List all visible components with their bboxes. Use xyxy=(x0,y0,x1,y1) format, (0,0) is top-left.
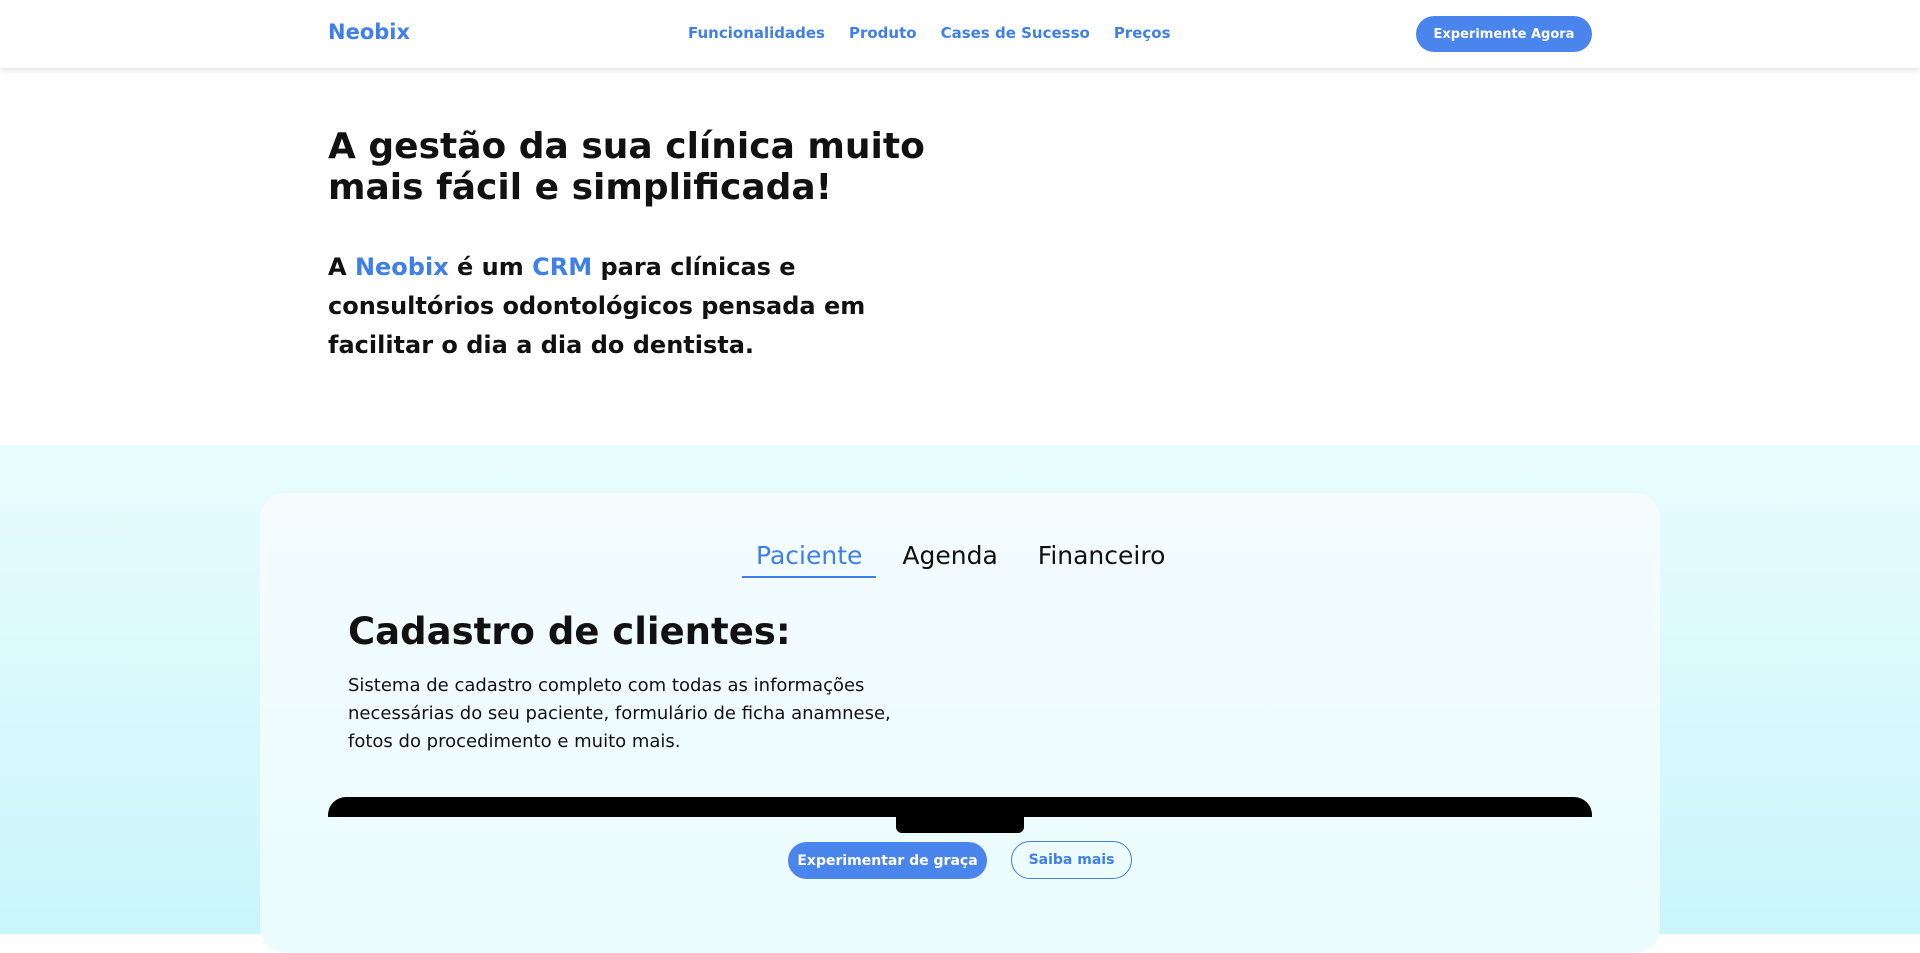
feature-title: Cadastro de clientes: xyxy=(348,610,791,653)
hero-title-line-1: A gestão da sua clínica muito xyxy=(328,126,925,167)
learn-more-button[interactable]: Saiba mais xyxy=(1011,841,1132,879)
nav-link-produto[interactable]: Produto xyxy=(849,24,917,42)
hero-desc-part-1: A xyxy=(328,253,355,281)
hero-desc-crm: CRM xyxy=(532,253,593,281)
hero-desc-part-2: é um xyxy=(448,253,533,281)
tab-agenda[interactable]: Agenda xyxy=(888,537,1011,578)
device-mockup-notch xyxy=(896,812,1024,833)
feature-tabs: Paciente Agenda Financeiro xyxy=(742,537,1191,578)
hero-description: A Neobix é um CRM para clínicas e consul… xyxy=(328,248,928,365)
hero-desc-brand: Neobix xyxy=(354,253,449,281)
nav-link-precos[interactable]: Preços xyxy=(1114,24,1171,42)
nav-link-cases-de-sucesso[interactable]: Cases de Sucesso xyxy=(941,24,1090,42)
tab-financeiro[interactable]: Financeiro xyxy=(1024,537,1180,578)
feature-description: Sistema de cadastro completo com todas a… xyxy=(348,675,891,752)
site-header: Neobix Funcionalidades Produto Cases de … xyxy=(0,0,1920,68)
nav-link-funcionalidades[interactable]: Funcionalidades xyxy=(688,24,825,42)
try-free-button[interactable]: Experimentar de graça xyxy=(788,842,987,879)
try-now-button[interactable]: Experimente Agora xyxy=(1416,16,1592,52)
main-nav: Funcionalidades Produto Cases de Sucesso… xyxy=(688,24,1171,42)
hero-title: A gestão da sua clínica muito mais fácil… xyxy=(328,126,948,208)
tab-paciente[interactable]: Paciente xyxy=(742,537,877,578)
logo-link[interactable]: Neobix xyxy=(328,20,410,44)
hero-title-line-2: mais fácil e simplificada! xyxy=(328,167,833,208)
